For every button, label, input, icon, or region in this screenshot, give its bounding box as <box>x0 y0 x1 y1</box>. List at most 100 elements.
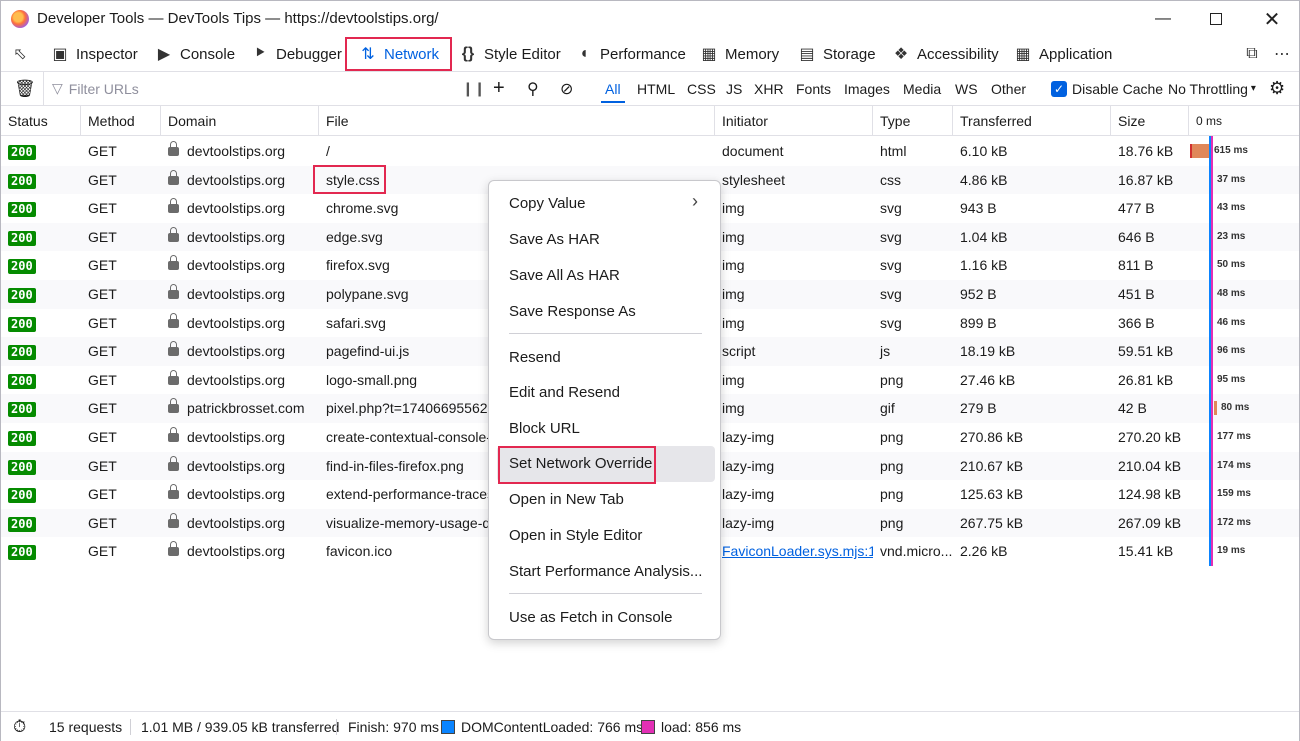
filter-type-ws[interactable]: WS <box>955 72 978 105</box>
filter-type-fonts[interactable]: Fonts <box>796 72 831 105</box>
column-method[interactable]: Method <box>81 106 161 136</box>
cell-type: svg <box>873 223 953 251</box>
more-options-button[interactable]: ⋯ <box>1273 37 1291 71</box>
method-text: GET <box>88 200 117 217</box>
cell-method: GET <box>81 309 161 337</box>
menu-item-save-all-as-har[interactable]: Save All As HAR <box>509 266 620 286</box>
add-filter-button[interactable]: + <box>493 72 505 105</box>
column-file[interactable]: File <box>319 106 715 136</box>
settings-button[interactable]: ⚙ <box>1269 72 1285 105</box>
column-type[interactable]: Type <box>873 106 953 136</box>
cell-method: GET <box>81 537 161 565</box>
menu-item-start-performance-analysis[interactable]: Start Performance Analysis... <box>509 562 702 582</box>
menu-item-save-as-har[interactable]: Save As HAR <box>509 230 600 250</box>
cell-domain: devtoolstips.org <box>161 280 319 308</box>
column-transferred[interactable]: Transferred <box>953 106 1111 136</box>
cell-domain: patrickbrosset.com <box>161 394 319 422</box>
dropdown-icon: ▾ <box>1250 83 1256 94</box>
cell-file: polypane.svg <box>319 280 489 308</box>
tab-performance[interactable]: ◖ Performance <box>575 37 686 71</box>
transferred-total: 1.01 MB / 939.05 kB transferred <box>141 719 340 735</box>
window-title: Developer Tools — DevTools Tips — https:… <box>37 10 439 27</box>
cell-type: png <box>873 366 953 394</box>
menu-item-open-in-new-tab[interactable]: Open in New Tab <box>509 490 624 510</box>
menu-item-resend[interactable]: Resend <box>509 348 561 368</box>
clear-button[interactable]: 🗑 <box>14 72 36 105</box>
filter-type-html[interactable]: HTML <box>637 72 675 105</box>
column-domain[interactable]: Domain <box>161 106 319 136</box>
menu-item-use-as-fetch[interactable]: Use as Fetch in Console <box>509 608 672 628</box>
type-text: png <box>880 514 904 531</box>
waterfall-bar <box>1214 401 1217 416</box>
column-status[interactable]: Status <box>1 106 81 136</box>
cell-type: png <box>873 423 953 451</box>
block-requests-button[interactable]: ⊘ <box>560 72 573 105</box>
minimize-button[interactable]: — <box>1148 7 1178 31</box>
file-text: pixel.php?t=1740669556207 <box>326 400 489 417</box>
cell-initiator: img <box>715 280 873 308</box>
tab-inspector[interactable]: ▣ Inspector <box>51 37 137 71</box>
type-text: png <box>880 429 904 445</box>
waterfall-time-label: 43 ms <box>1217 202 1246 214</box>
dock-button[interactable]: ⧉ <box>1243 37 1261 71</box>
menu-item-copy-value[interactable]: Copy Value <box>509 194 585 214</box>
filter-type-all[interactable]: All <box>601 76 625 103</box>
cell-method: GET <box>81 366 161 394</box>
tab-application[interactable]: ▦ Application <box>1014 37 1112 71</box>
disable-cache-checkbox[interactable]: ✓ Disable Cache <box>1051 72 1163 105</box>
throttling-value: No Throttling <box>1168 80 1248 97</box>
status-badge: 200 <box>8 288 36 303</box>
method-text: GET <box>88 314 117 331</box>
table-row[interactable]: 200 GET devtoolstips.org / document html 6.10 … <box>1 137 1299 166</box>
initiator-text: lazy-img <box>722 486 775 503</box>
menu-item-block-url[interactable]: Block URL <box>509 419 580 439</box>
filter-type-other[interactable]: Other <box>991 72 1026 105</box>
tab-accessibility[interactable]: ❖ Accessibility <box>892 37 999 71</box>
column-size[interactable]: Size <box>1111 106 1189 136</box>
maximize-button[interactable] <box>1201 7 1231 31</box>
cell-domain: devtoolstips.org <box>161 537 319 565</box>
search-button[interactable]: ⚲ <box>527 72 539 105</box>
menu-item-save-response-as[interactable]: Save Response As <box>509 302 636 322</box>
filter-type-css[interactable]: CSS <box>687 72 716 105</box>
cell-status: 200 <box>1 194 81 222</box>
initiator-text[interactable]: FaviconLoader.sys.mjs:1... <box>722 543 873 559</box>
size-text: 366 B <box>1118 314 1155 331</box>
pause-button[interactable]: ❙❙ <box>462 72 485 105</box>
performance-icon: ◖ <box>579 45 589 62</box>
filter-type-xhr[interactable]: XHR <box>754 72 784 105</box>
transferred-text: 2.26 kB <box>960 543 1008 560</box>
transferred-text: 1.04 kB <box>960 228 1008 245</box>
menu-item-open-in-style-editor[interactable]: Open in Style Editor <box>509 526 642 546</box>
close-window-button[interactable]: ✕ <box>1257 7 1287 31</box>
transferred-text: 125.63 kB <box>960 486 1024 503</box>
cell-status: 200 <box>1 509 81 537</box>
filter-type-js[interactable]: JS <box>726 72 742 105</box>
column-waterfall[interactable]: 0 ms <box>1189 106 1299 136</box>
filter-type-media[interactable]: Media <box>903 72 941 105</box>
filter-type-images[interactable]: Images <box>844 72 890 105</box>
tab-style-editor[interactable]: {} Style Editor <box>459 37 561 71</box>
tab-debugger[interactable]: ⯈ Debugger <box>251 37 342 71</box>
initiator-text: img <box>722 228 745 245</box>
tab-storage[interactable]: ▤ Storage <box>798 37 875 71</box>
stopwatch-icon[interactable]: ⏱ <box>13 712 26 741</box>
initiator-text: document <box>722 143 784 159</box>
element-picker-button[interactable]: ⬁ <box>11 37 29 71</box>
memory-icon: ▦ <box>701 46 717 63</box>
inspector-icon: ▣ <box>52 46 68 63</box>
cell-size: 366 B <box>1111 309 1189 337</box>
cell-transferred: 1.16 kB <box>953 251 1111 279</box>
tab-memory[interactable]: ▦ Memory <box>700 37 779 71</box>
transferred-text: 18.19 kB <box>960 343 1016 360</box>
status-badge: 200 <box>8 545 36 561</box>
throttling-select[interactable]: No Throttling ▾ <box>1168 72 1256 105</box>
tab-console[interactable]: ▶ Console <box>155 37 235 71</box>
cell-size: 59.51 kB <box>1111 337 1189 365</box>
filter-urls-input[interactable]: ▽ Filter URLs <box>43 72 448 105</box>
initiator-text: img <box>722 286 745 302</box>
column-initiator[interactable]: Initiator <box>715 106 873 136</box>
context-menu: Copy Value › Save As HAR Save All As HAR… <box>488 180 721 640</box>
menu-item-edit-and-resend[interactable]: Edit and Resend <box>509 383 620 403</box>
file-text: chrome.svg <box>326 200 399 217</box>
